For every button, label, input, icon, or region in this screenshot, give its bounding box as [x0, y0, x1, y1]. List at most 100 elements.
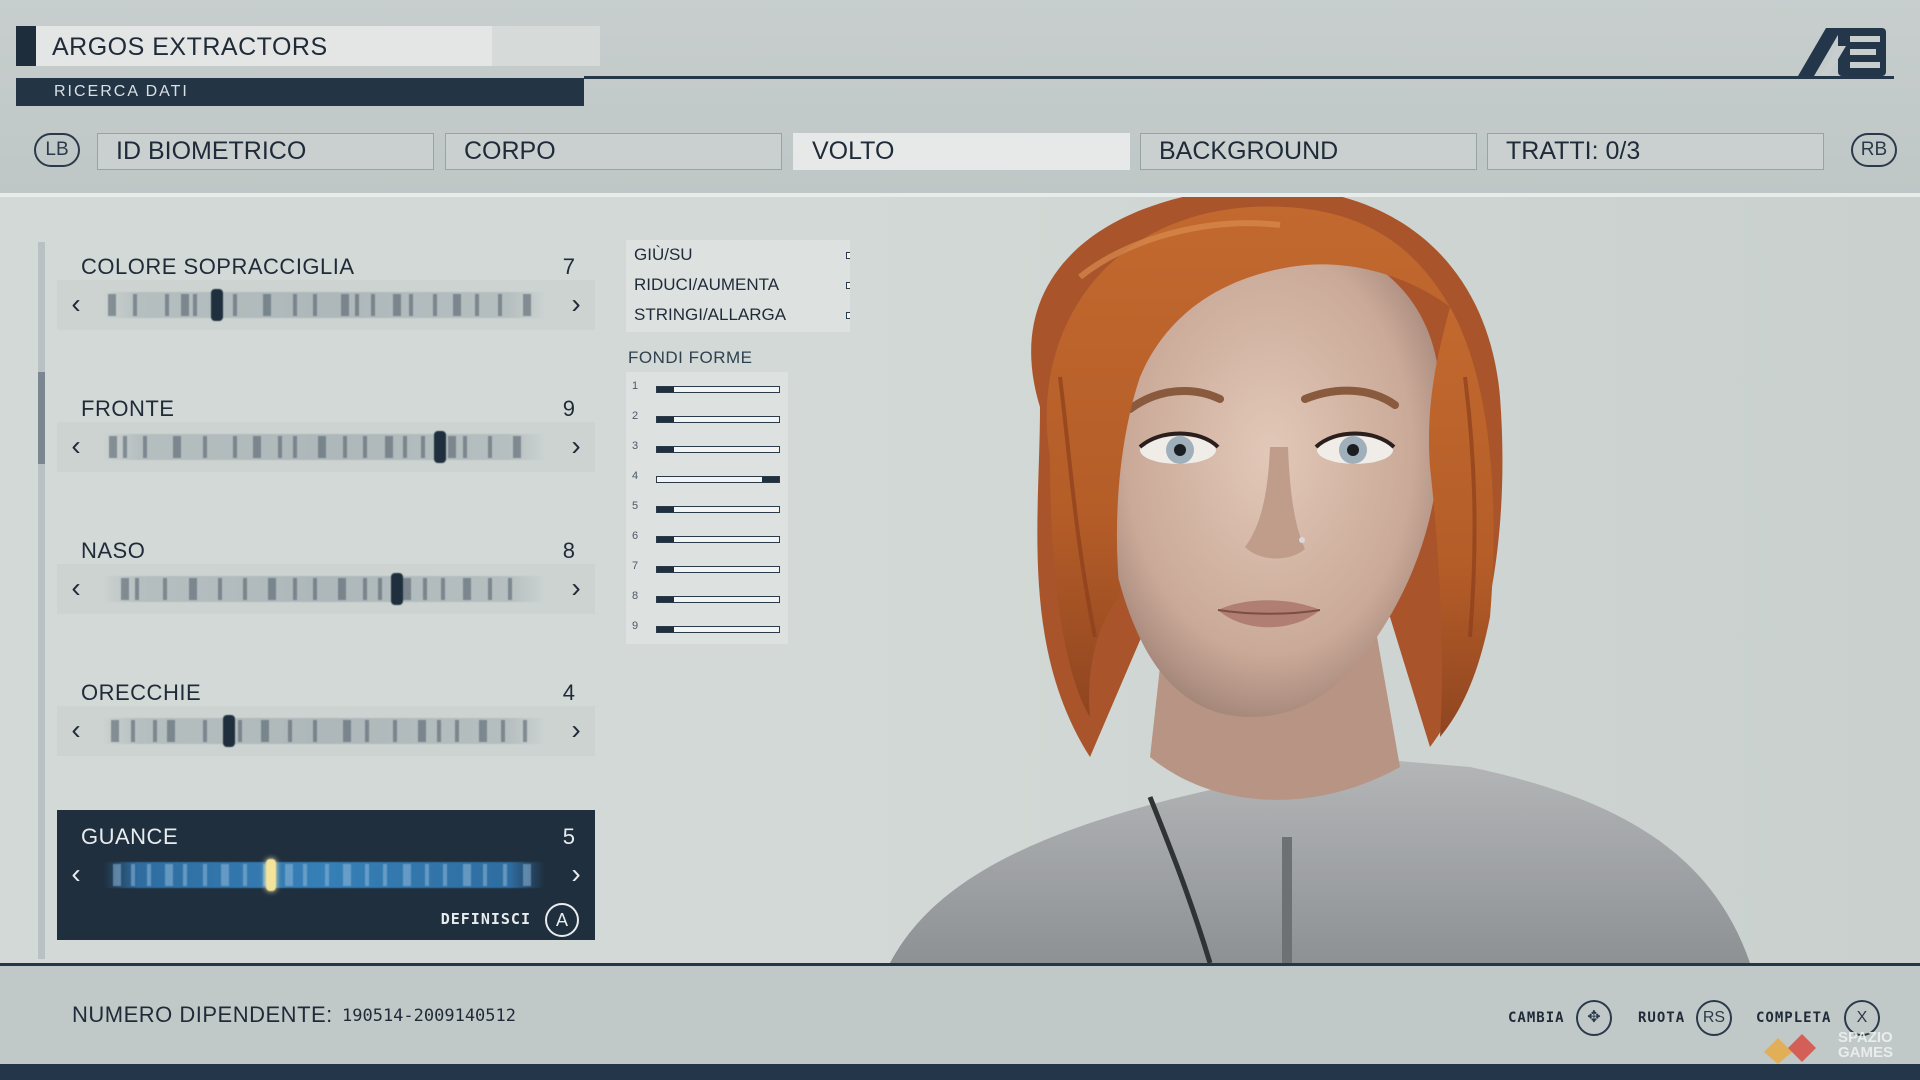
- blend-row[interactable]: 4: [632, 468, 782, 498]
- preset-mark: [167, 720, 175, 742]
- blend-slider[interactable]: [656, 476, 780, 483]
- preset-mark: [218, 578, 222, 600]
- preset-mark: [523, 720, 527, 742]
- blend-row[interactable]: 8: [632, 588, 782, 618]
- blend-row[interactable]: 6: [632, 528, 782, 558]
- preset-mark: [393, 294, 401, 316]
- preset-mark: [293, 294, 297, 316]
- feature-preset-strip[interactable]: [103, 715, 545, 747]
- action-label: CAMBIA: [1508, 1010, 1565, 1026]
- company-mark: [16, 26, 36, 66]
- blend-index: 8: [632, 590, 639, 602]
- blend-index: 9: [632, 620, 639, 632]
- chevron-right-icon[interactable]: ›: [561, 289, 591, 319]
- blend-slider[interactable]: [656, 386, 780, 393]
- rs-button-icon[interactable]: RS: [1696, 1000, 1732, 1036]
- chevron-left-icon[interactable]: ‹: [61, 715, 91, 745]
- chevron-right-icon[interactable]: ›: [561, 573, 591, 603]
- blend-slider[interactable]: [656, 566, 780, 573]
- chevron-right-icon[interactable]: ›: [561, 431, 591, 461]
- slider-knob[interactable]: [223, 715, 235, 747]
- preset-mark: [523, 294, 531, 316]
- feature-colore-sopracciglia[interactable]: COLORE SOPRACCIGLIA 7 ‹ ›: [57, 240, 595, 370]
- company-name: ARGOS EXTRACTORS: [52, 33, 328, 61]
- preset-mark: [325, 864, 329, 886]
- slider-knob[interactable]: [434, 431, 446, 463]
- lb-button[interactable]: LB: [34, 133, 80, 167]
- feature-slider-row[interactable]: ‹ ›: [57, 850, 595, 900]
- chevron-left-icon[interactable]: ‹: [61, 289, 91, 319]
- blend-row[interactable]: 2: [632, 408, 782, 438]
- preset-mark: [437, 720, 441, 742]
- preset-mark: [371, 294, 375, 316]
- feature-slider-row[interactable]: ‹ ›: [57, 280, 595, 330]
- feature-preset-strip[interactable]: [103, 431, 545, 463]
- feature-value: 5: [562, 824, 575, 849]
- character-portrait[interactable]: [850, 197, 1920, 963]
- blend-slider-fill: [657, 417, 674, 422]
- tab-corpo[interactable]: CORPO: [445, 133, 782, 170]
- footer-bottom-bar: [0, 1064, 1920, 1080]
- tab-tratti[interactable]: TRATTI: 0/3: [1487, 133, 1824, 170]
- feature-preset-strip[interactable]: [103, 573, 545, 605]
- blend-shapes-panel: 1 2 3 4 5 6 7 8 9: [626, 372, 788, 644]
- blend-row[interactable]: 3: [632, 438, 782, 468]
- chevron-right-icon[interactable]: ›: [561, 715, 591, 745]
- blend-row[interactable]: 5: [632, 498, 782, 528]
- blend-slider[interactable]: [656, 596, 780, 603]
- scrollbar-thumb[interactable]: [38, 372, 45, 464]
- preset-mark: [293, 436, 297, 458]
- a-button-icon[interactable]: A: [545, 903, 579, 937]
- action-ruota[interactable]: RUOTA RS: [1638, 1000, 1738, 1036]
- preset-mark: [253, 436, 261, 458]
- rb-button[interactable]: RB: [1851, 133, 1897, 167]
- feature-guance[interactable]: GUANCE 5 ‹ › DEFINISCI A: [57, 810, 595, 940]
- chevron-left-icon[interactable]: ‹: [61, 431, 91, 461]
- blend-index: 4: [632, 470, 639, 482]
- blend-row[interactable]: 7: [632, 558, 782, 588]
- preset-mark: [263, 294, 271, 316]
- preset-mark: [123, 436, 127, 458]
- preset-mark: [385, 436, 393, 458]
- feature-preset-strip[interactable]: [103, 289, 545, 321]
- blend-slider[interactable]: [656, 416, 780, 423]
- preset-mark: [189, 578, 197, 600]
- tab-id-biometrico[interactable]: ID BIOMETRICO: [97, 133, 434, 170]
- blend-row[interactable]: 1: [632, 378, 782, 408]
- blend-slider-fill: [762, 477, 779, 482]
- chevron-left-icon[interactable]: ‹: [61, 573, 91, 603]
- preset-mark: [243, 864, 247, 886]
- scrollbar-track[interactable]: [38, 242, 45, 959]
- preset-mark: [313, 578, 317, 600]
- dpad-icon[interactable]: ✥: [1576, 1000, 1612, 1036]
- chevron-left-icon[interactable]: ‹: [61, 859, 91, 889]
- blend-slider[interactable]: [656, 506, 780, 513]
- feature-slider-row[interactable]: ‹ ›: [57, 706, 595, 756]
- feature-preset-strip[interactable]: [103, 859, 545, 891]
- feature-naso[interactable]: NASO 8 ‹ ›: [57, 524, 595, 654]
- preset-mark: [363, 578, 367, 600]
- preset-mark: [293, 578, 297, 600]
- slider-knob[interactable]: [211, 289, 223, 321]
- preset-mark: [463, 436, 467, 458]
- slider-knob[interactable]: [391, 573, 403, 605]
- chevron-right-icon[interactable]: ›: [561, 859, 591, 889]
- feature-slider-row[interactable]: ‹ ›: [57, 564, 595, 614]
- preset-mark: [243, 578, 247, 600]
- action-cambia[interactable]: CAMBIA ✥: [1508, 1000, 1618, 1036]
- blend-slider[interactable]: [656, 536, 780, 543]
- blend-index: 2: [632, 410, 639, 422]
- preset-mark: [488, 578, 492, 600]
- feature-slider-row[interactable]: ‹ ›: [57, 422, 595, 472]
- feature-orecchie[interactable]: ORECCHIE 4 ‹ ›: [57, 666, 595, 796]
- tab-volto[interactable]: VOLTO: [793, 133, 1130, 170]
- tab-background[interactable]: BACKGROUND: [1140, 133, 1477, 170]
- preset-mark: [475, 294, 479, 316]
- feature-fronte[interactable]: FRONTE 9 ‹ ›: [57, 382, 595, 512]
- blend-row[interactable]: 9: [632, 618, 782, 648]
- slider-knob[interactable]: [266, 859, 276, 891]
- preset-mark: [111, 720, 119, 742]
- blend-slider[interactable]: [656, 446, 780, 453]
- blend-slider[interactable]: [656, 626, 780, 633]
- feature-label: NASO: [81, 538, 146, 563]
